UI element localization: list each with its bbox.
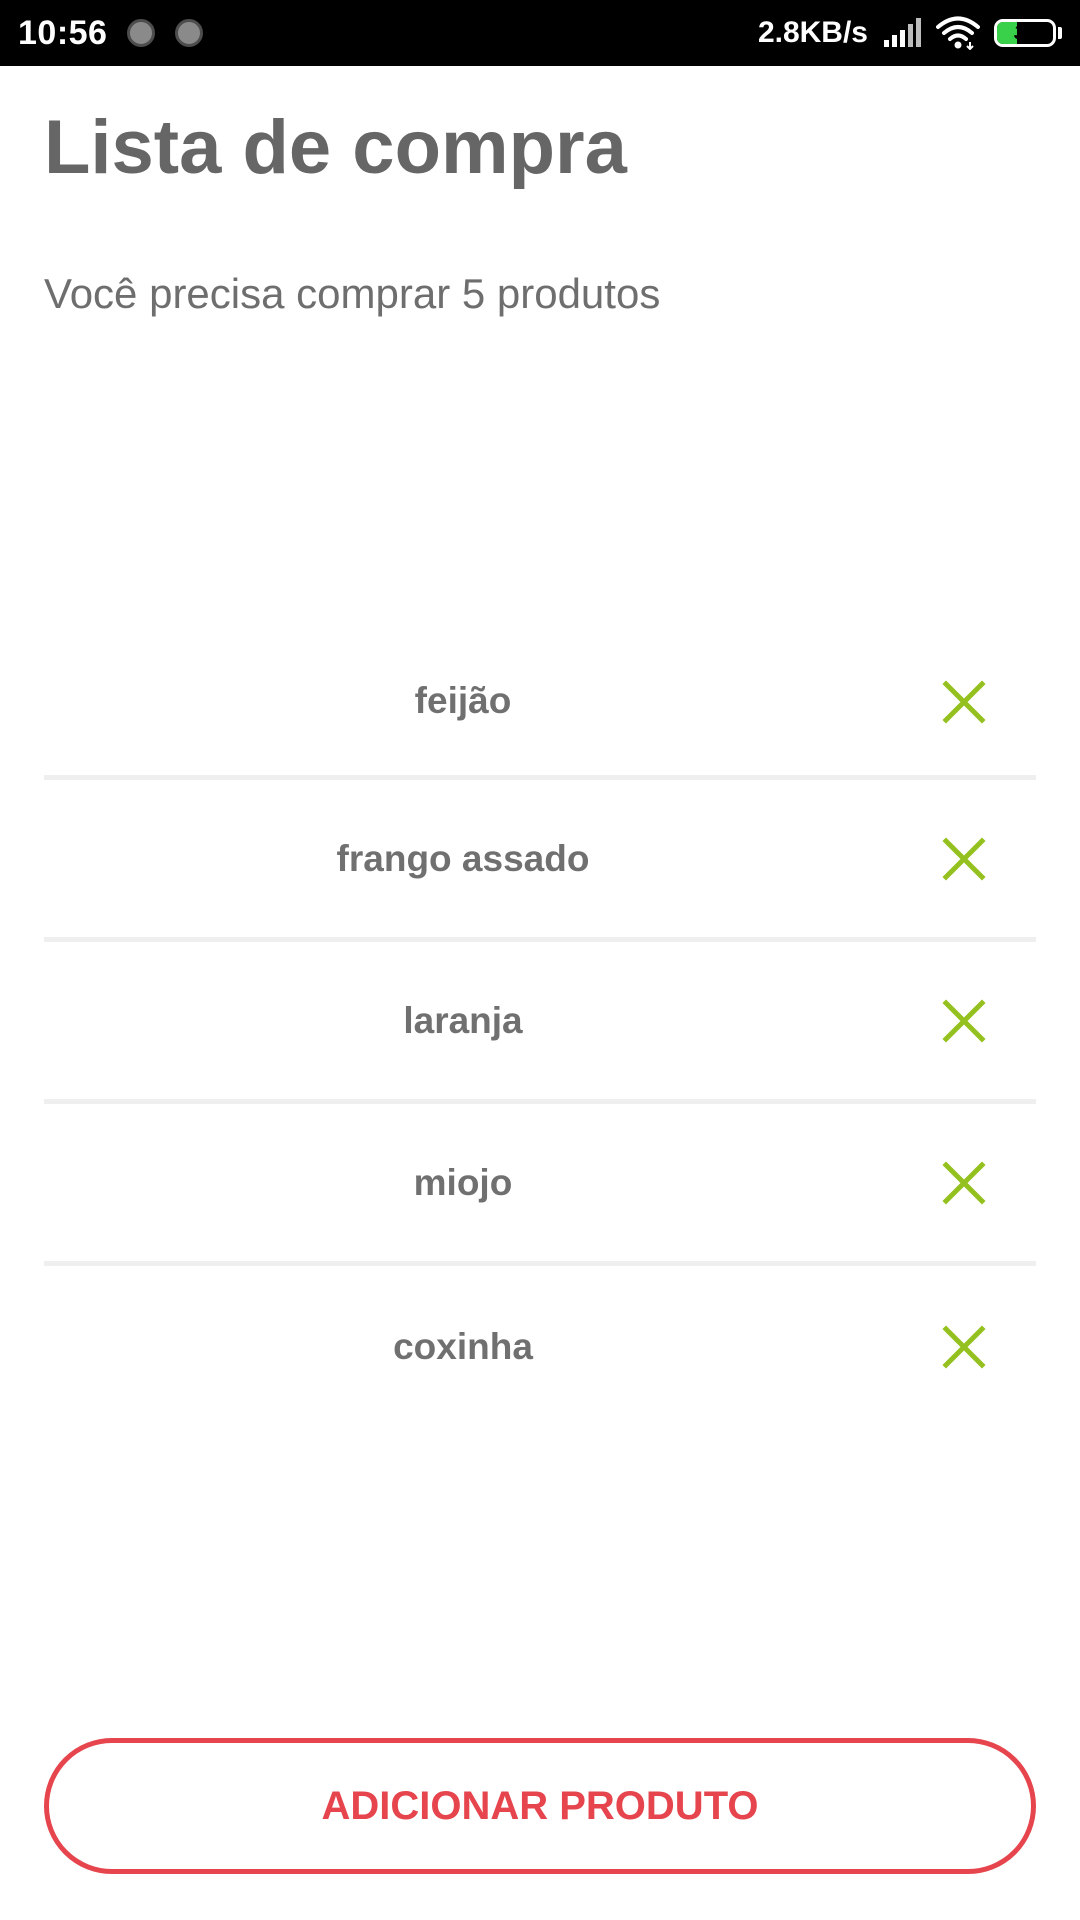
product-name: feijão [414, 680, 512, 721]
product-name: coxinha [393, 1326, 533, 1367]
wifi-icon [936, 16, 980, 50]
close-icon [942, 836, 986, 881]
status-time: 10:56 [18, 13, 108, 52]
close-icon [942, 998, 986, 1043]
remove-product-button[interactable] [936, 831, 992, 887]
list-item: frango assado [44, 780, 1036, 942]
product-list: feijão frango assado laranja miojo coxin… [44, 650, 1036, 1428]
remove-product-button[interactable] [936, 1155, 992, 1211]
signal-icon [882, 18, 922, 48]
status-bar: 10:56 2.8KB/s 36 [0, 0, 1080, 66]
notification-dot-icon [175, 19, 204, 47]
remove-product-button[interactable] [936, 993, 992, 1049]
product-name: laranja [403, 999, 523, 1041]
list-item: feijão [44, 650, 1036, 780]
network-speed: 2.8KB/s [757, 16, 868, 49]
list-item: laranja [44, 942, 1036, 1104]
page-subtitle: Você precisa comprar 5 produtos [44, 270, 661, 317]
battery-level: 36 [1013, 21, 1037, 44]
page-title: Lista de compra [44, 105, 627, 190]
product-name: miojo [413, 1161, 513, 1203]
remove-product-button[interactable] [936, 1319, 992, 1375]
close-icon [942, 1160, 986, 1205]
remove-product-button[interactable] [936, 674, 992, 730]
status-right-group: 2.8KB/s 36 [758, 16, 1062, 50]
list-item: coxinha [44, 1266, 1036, 1428]
notification-dot-icon [127, 19, 156, 47]
product-name: frango assado [336, 837, 590, 879]
add-product-button[interactable]: ADICIONAR PRODUTO [44, 1738, 1036, 1874]
close-icon [942, 1325, 986, 1369]
list-item: miojo [44, 1104, 1036, 1266]
battery-tip [1058, 27, 1062, 39]
close-icon [942, 680, 986, 724]
battery-icon: 36 [994, 19, 1056, 47]
